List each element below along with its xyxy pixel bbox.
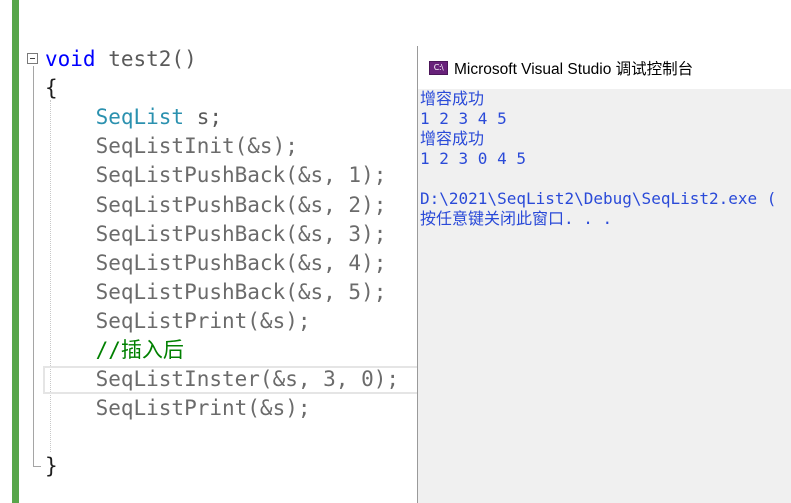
visual-studio-console-icon: C:\ [429, 60, 448, 75]
code-line[interactable]: SeqList s; [45, 103, 222, 132]
console-output-line: D:\2021\SeqList2\Debug\SeqList2.exe ( [420, 189, 777, 208]
code-token: SeqListInster(&s, 3, 0); [45, 367, 400, 392]
code-line[interactable]: { [45, 74, 58, 103]
code-line[interactable]: } [45, 452, 58, 481]
code-token: SeqListPushBack(&s, 4); [45, 250, 387, 275]
code-token: SeqListInit(&s); [45, 134, 298, 159]
console-output-line: 按任意键关闭此窗口. . . [420, 209, 613, 228]
code-token: test2() [95, 47, 197, 71]
code-line[interactable]: SeqListPrint(&s); [45, 394, 311, 423]
console-output-line: 增容成功 [420, 129, 485, 148]
console-title: Microsoft Visual Studio 调试控制台 [454, 60, 694, 78]
code-token: SeqListPushBack(&s, 2); [45, 192, 387, 217]
code-line[interactable]: SeqListPushBack(&s, 5); [45, 278, 387, 307]
code-token: s; [184, 105, 223, 130]
code-line[interactable]: SeqListPushBack(&s, 1); [45, 161, 387, 190]
code-token: SeqListPushBack(&s, 3); [45, 221, 387, 246]
code-line[interactable]: SeqListPushBack(&s, 4); [45, 249, 387, 278]
code-token: SeqList [95, 105, 185, 130]
code-token: { [45, 76, 58, 101]
change-tracking-margin [12, 0, 19, 503]
code-token: SeqListPushBack(&s, 5); [45, 279, 387, 304]
code-line[interactable]: SeqListPushBack(&s, 2); [45, 191, 387, 220]
code-token: SeqListPrint(&s); [45, 396, 311, 421]
code-token: //插入后 [45, 338, 184, 362]
code-token: } [45, 454, 58, 479]
console-output-line: 1 2 3 0 4 5 [420, 149, 526, 168]
code-line[interactable]: SeqListPushBack(&s, 3); [45, 220, 387, 249]
code-token: SeqListPushBack(&s, 1); [45, 163, 387, 188]
code-token: SeqListPrint(&s); [45, 308, 311, 333]
console-output-line: 1 2 3 4 5 [420, 109, 507, 128]
code-line[interactable]: SeqListInster(&s, 3, 0); [45, 365, 399, 394]
code-line[interactable]: //插入后 [45, 336, 184, 365]
code-token: void [45, 47, 96, 71]
code-line[interactable]: SeqListInit(&s); [45, 132, 298, 161]
console-output-area[interactable]: 增容成功 1 2 3 4 5 增容成功 1 2 3 0 4 5 D:\2021\SeqL… [418, 89, 791, 503]
collapse-icon[interactable] [27, 53, 38, 64]
outline-fold-end [33, 466, 41, 467]
console-titlebar[interactable]: C:\ Microsoft Visual Studio 调试控制台 [418, 46, 791, 89]
outline-fold-line [33, 66, 34, 466]
code-line[interactable]: void test2() [45, 45, 197, 74]
console-output-line: 增容成功 [420, 89, 485, 108]
code-line[interactable]: SeqListPrint(&s); [45, 307, 311, 336]
debug-console-window[interactable]: C:\ Microsoft Visual Studio 调试控制台 增容成功 1 … [417, 46, 791, 503]
